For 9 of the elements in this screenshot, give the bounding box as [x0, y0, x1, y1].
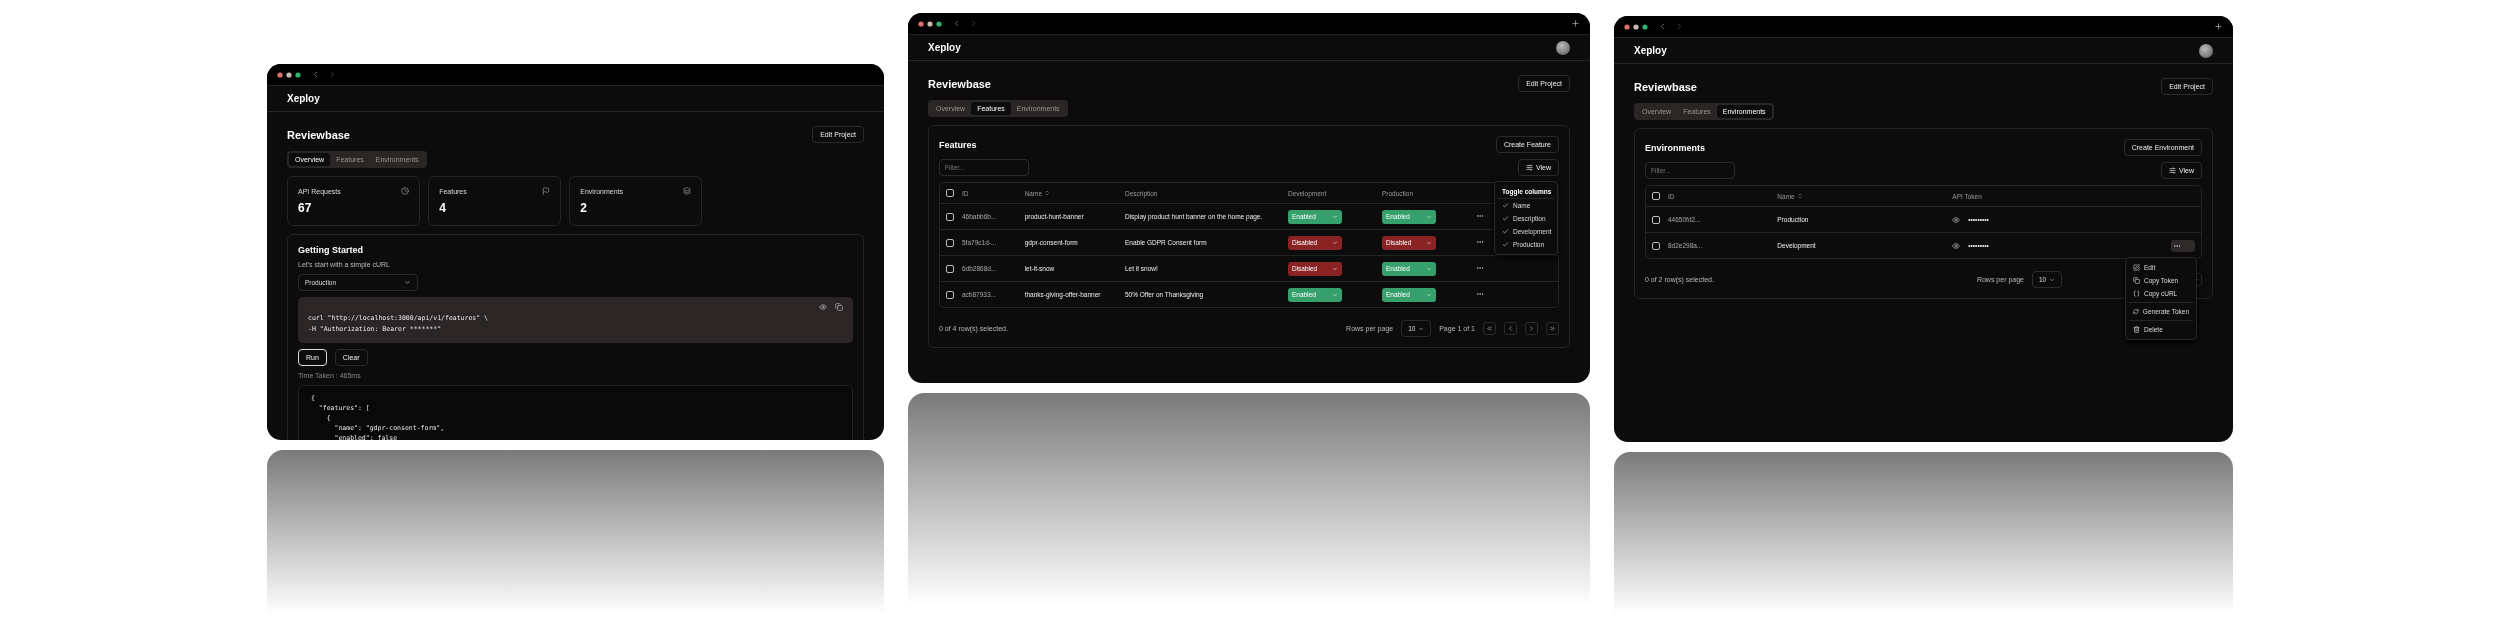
project-title: Reviewbase	[1634, 80, 1697, 93]
stat-value: 67	[298, 201, 313, 215]
stat-value: 2	[580, 201, 588, 215]
card-title: Environments	[1645, 142, 1705, 153]
project-title: Reviewbase	[287, 128, 350, 141]
project-title: Reviewbase	[928, 77, 991, 90]
card-title: Features	[939, 139, 977, 150]
stat-value: 4	[439, 201, 447, 215]
card-title: Getting Started	[298, 245, 364, 255]
